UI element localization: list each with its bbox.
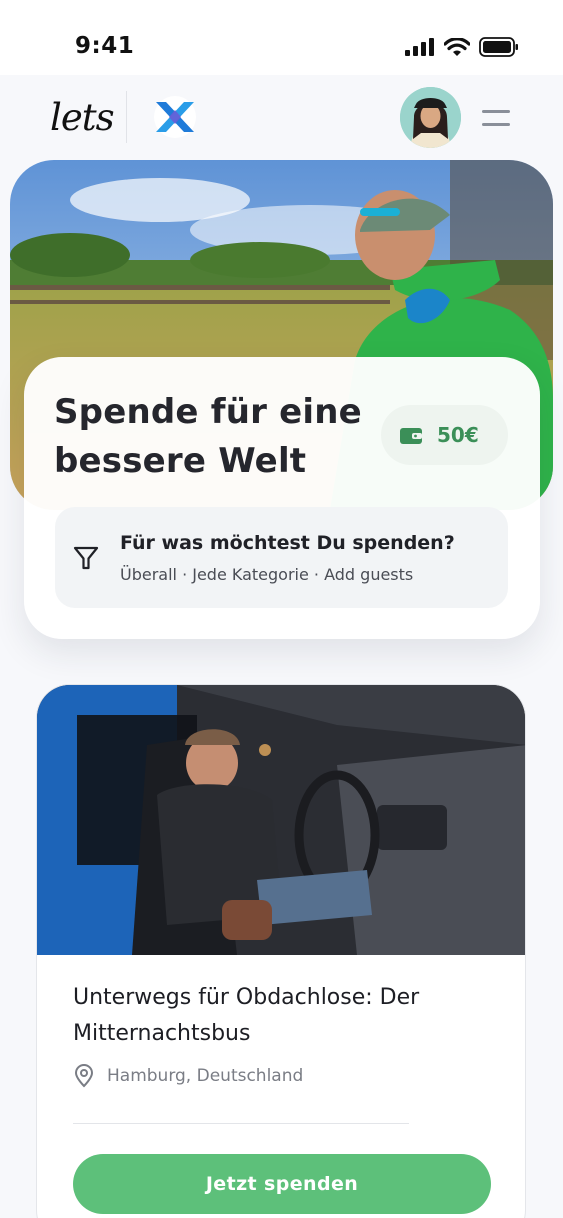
status-icons: [405, 37, 519, 57]
donate-button[interactable]: Jetzt spenden: [73, 1154, 491, 1214]
battery-icon: [479, 37, 518, 57]
project-photo: [37, 685, 525, 955]
menu-icon-bar-top: [482, 110, 510, 113]
avatar-portrait: [400, 87, 461, 148]
project-title: Unterwegs für Obdachlose: Der Mitternach…: [73, 985, 420, 1046]
location-pin-icon: [74, 1064, 94, 1088]
wifi-icon: [444, 37, 470, 56]
signal-icon: [405, 38, 434, 56]
location-text: Hamburg, Deutschland: [107, 1066, 304, 1086]
header-divider: [126, 91, 127, 143]
lets-logo[interactable]: lets: [50, 96, 115, 139]
user-avatar[interactable]: [400, 87, 461, 148]
status-bar: 9:41: [0, 0, 563, 75]
menu-icon-bar-bottom: [482, 123, 510, 126]
wallet-balance-button[interactable]: 50€: [381, 405, 508, 465]
project-location: Hamburg, Deutschland: [73, 1064, 303, 1088]
search-title: Für was möchtest Du spenden?: [120, 532, 455, 554]
wallet-amount: 50€: [437, 423, 479, 447]
menu-button[interactable]: [482, 108, 510, 128]
filter-icon: [73, 546, 99, 570]
status-time: 9:41: [75, 33, 135, 59]
project-card[interactable]: Unterwegs für Obdachlose: Der Mitternach…: [36, 684, 526, 1218]
project-divider: [73, 1123, 409, 1124]
search-subtitle: Überall · Jede Kategorie · Add guests: [120, 565, 414, 584]
partner-logo-icon[interactable]: [152, 96, 198, 138]
donation-search-box[interactable]: Für was möchtest Du spenden? Überall · J…: [55, 507, 508, 608]
wallet-icon: [400, 428, 422, 444]
project-image-bus-driver: [37, 685, 525, 955]
hero-title: Spende für eine bessere Welt: [54, 392, 362, 481]
